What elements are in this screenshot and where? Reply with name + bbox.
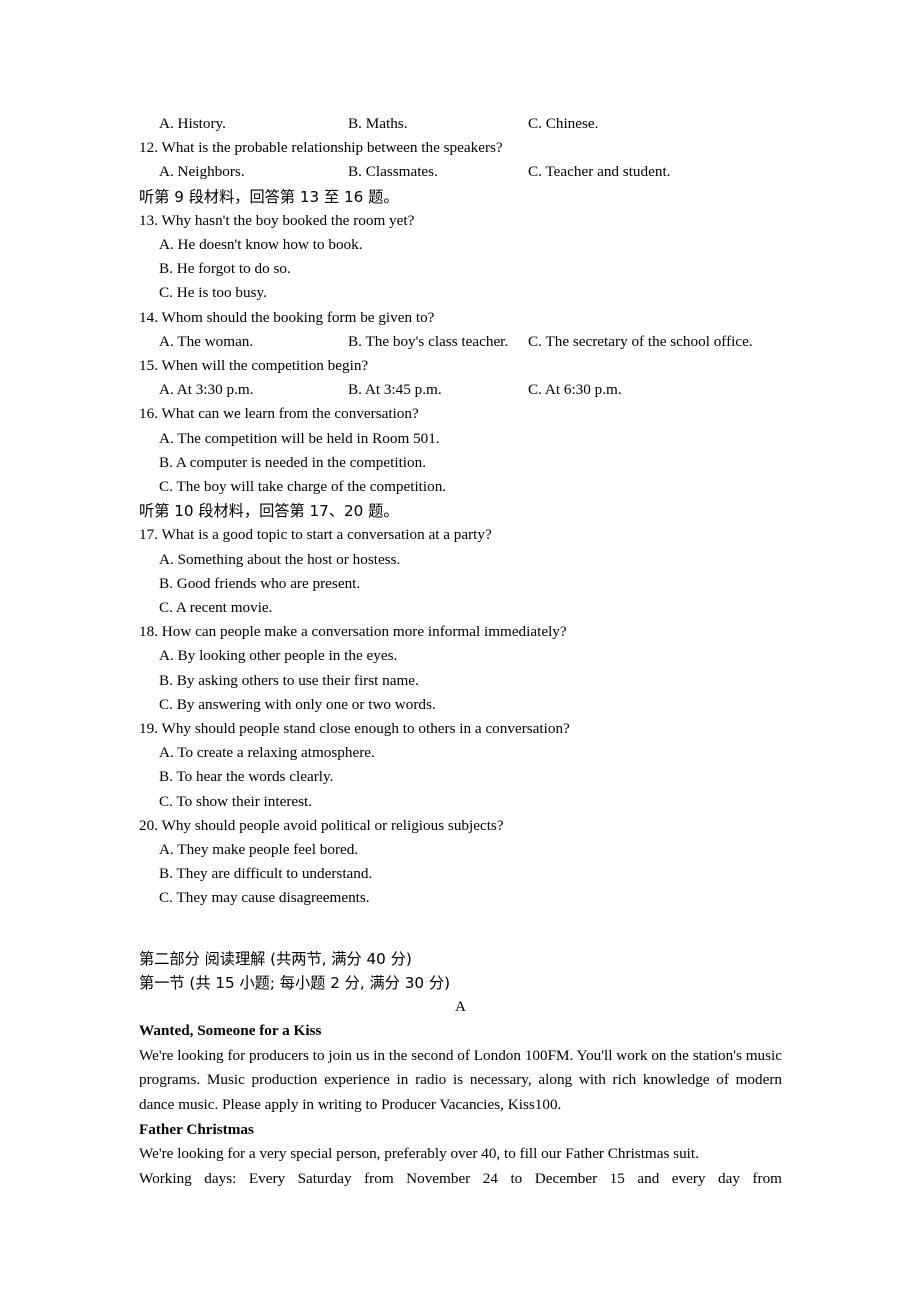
question-16-option-a[interactable]: A. The competition will be held in Room …	[139, 427, 782, 451]
reading-part-heading: 第二部分 阅读理解 (共两节, 满分 40 分)	[139, 949, 412, 968]
question-13-stem: 13. Why hasn't the boy booked the room y…	[139, 211, 415, 229]
question-16-stem: 16. What can we learn from the conversat…	[139, 405, 419, 423]
question-13-option-a[interactable]: A. He doesn't know how to book.	[139, 233, 782, 257]
question-14-stem: 14. Whom should the booking form be give…	[139, 308, 435, 326]
question-18-stem: 18. How can people make a conversation m…	[139, 623, 567, 641]
question-15-stem: 15. When will the competition begin?	[139, 356, 369, 374]
question-19-option-b[interactable]: B. To hear the words clearly.	[139, 765, 782, 789]
question-16-option-c[interactable]: C. The boy will take charge of the compe…	[139, 475, 782, 499]
passage-b-body-line-2: Working days: Every Saturday from Novemb…	[139, 1169, 782, 1187]
listening-direction-material-10: 听第 10 段材料，回答第 17、20 题。	[139, 502, 399, 521]
option-b[interactable]: B. Maths.	[348, 112, 408, 136]
option-c[interactable]: C. Chinese.	[528, 112, 598, 136]
option-c[interactable]: C. At 6:30 p.m.	[528, 378, 622, 402]
question-13-option-b[interactable]: B. He forgot to do so.	[139, 257, 782, 281]
question-17-option-b[interactable]: B. Good friends who are present.	[139, 572, 782, 596]
question-20-option-b[interactable]: B. They are difficult to understand.	[139, 862, 782, 886]
option-b[interactable]: B. At 3:45 p.m.	[348, 378, 442, 402]
question-12-options: A. Neighbors. B. Classmates. C. Teacher …	[139, 160, 782, 184]
option-b[interactable]: B. Classmates.	[348, 160, 438, 184]
question-18-option-b[interactable]: B. By asking others to use their first n…	[139, 669, 782, 693]
document-content: A. History. B. Maths. C. Chinese. 12. Wh…	[139, 112, 782, 1191]
option-a[interactable]: A. At 3:30 p.m.	[159, 378, 254, 402]
passage-a-body: We're looking for producers to join us i…	[139, 1046, 782, 1114]
passage-a-title: Wanted, Someone for a Kiss	[139, 1022, 322, 1040]
option-c[interactable]: C. Teacher and student.	[528, 160, 670, 184]
option-a[interactable]: A. The woman.	[159, 330, 253, 354]
option-a[interactable]: A. History.	[159, 112, 226, 136]
option-c[interactable]: C. The secretary of the school office.	[528, 330, 753, 354]
question-20-option-a[interactable]: A. They make people feel bored.	[139, 838, 782, 862]
question-19-option-c[interactable]: C. To show their interest.	[139, 790, 782, 814]
question-11-options: A. History. B. Maths. C. Chinese.	[139, 112, 782, 136]
question-12-stem: 12. What is the probable relationship be…	[139, 139, 503, 157]
listening-direction-material-9: 听第 9 段材料，回答第 13 至 16 题。	[139, 187, 399, 206]
question-18-option-c[interactable]: C. By answering with only one or two wor…	[139, 693, 782, 717]
question-17-option-a[interactable]: A. Something about the host or hostess.	[139, 548, 782, 572]
question-14-options: A. The woman. B. The boy's class teacher…	[139, 330, 782, 354]
reading-section-heading: 第一节 (共 15 小题; 每小题 2 分, 满分 30 分)	[139, 973, 450, 992]
question-17-option-c[interactable]: C. A recent movie.	[139, 596, 782, 620]
option-a[interactable]: A. Neighbors.	[159, 160, 245, 184]
question-16-option-b[interactable]: B. A computer is needed in the competiti…	[139, 451, 782, 475]
option-b[interactable]: B. The boy's class teacher.	[348, 330, 508, 354]
question-13-option-c[interactable]: C. He is too busy.	[139, 281, 782, 305]
question-19-option-a[interactable]: A. To create a relaxing atmosphere.	[139, 741, 782, 765]
question-17-stem: 17. What is a good topic to start a conv…	[139, 526, 492, 544]
question-19-stem: 19. Why should people stand close enough…	[139, 720, 570, 738]
question-18-option-a[interactable]: A. By looking other people in the eyes.	[139, 644, 782, 668]
exam-paper-page: A. History. B. Maths. C. Chinese. 12. Wh…	[0, 0, 920, 1302]
question-15-options: A. At 3:30 p.m. B. At 3:45 p.m. C. At 6:…	[139, 378, 782, 402]
question-20-option-c[interactable]: C. They may cause disagreements.	[139, 886, 782, 910]
passage-b-body-line-1: We're looking for a very special person,…	[139, 1145, 699, 1163]
question-20-stem: 20. Why should people avoid political or…	[139, 816, 504, 834]
passage-b-title: Father Christmas	[139, 1120, 254, 1138]
passage-label-a: A	[455, 998, 466, 1016]
